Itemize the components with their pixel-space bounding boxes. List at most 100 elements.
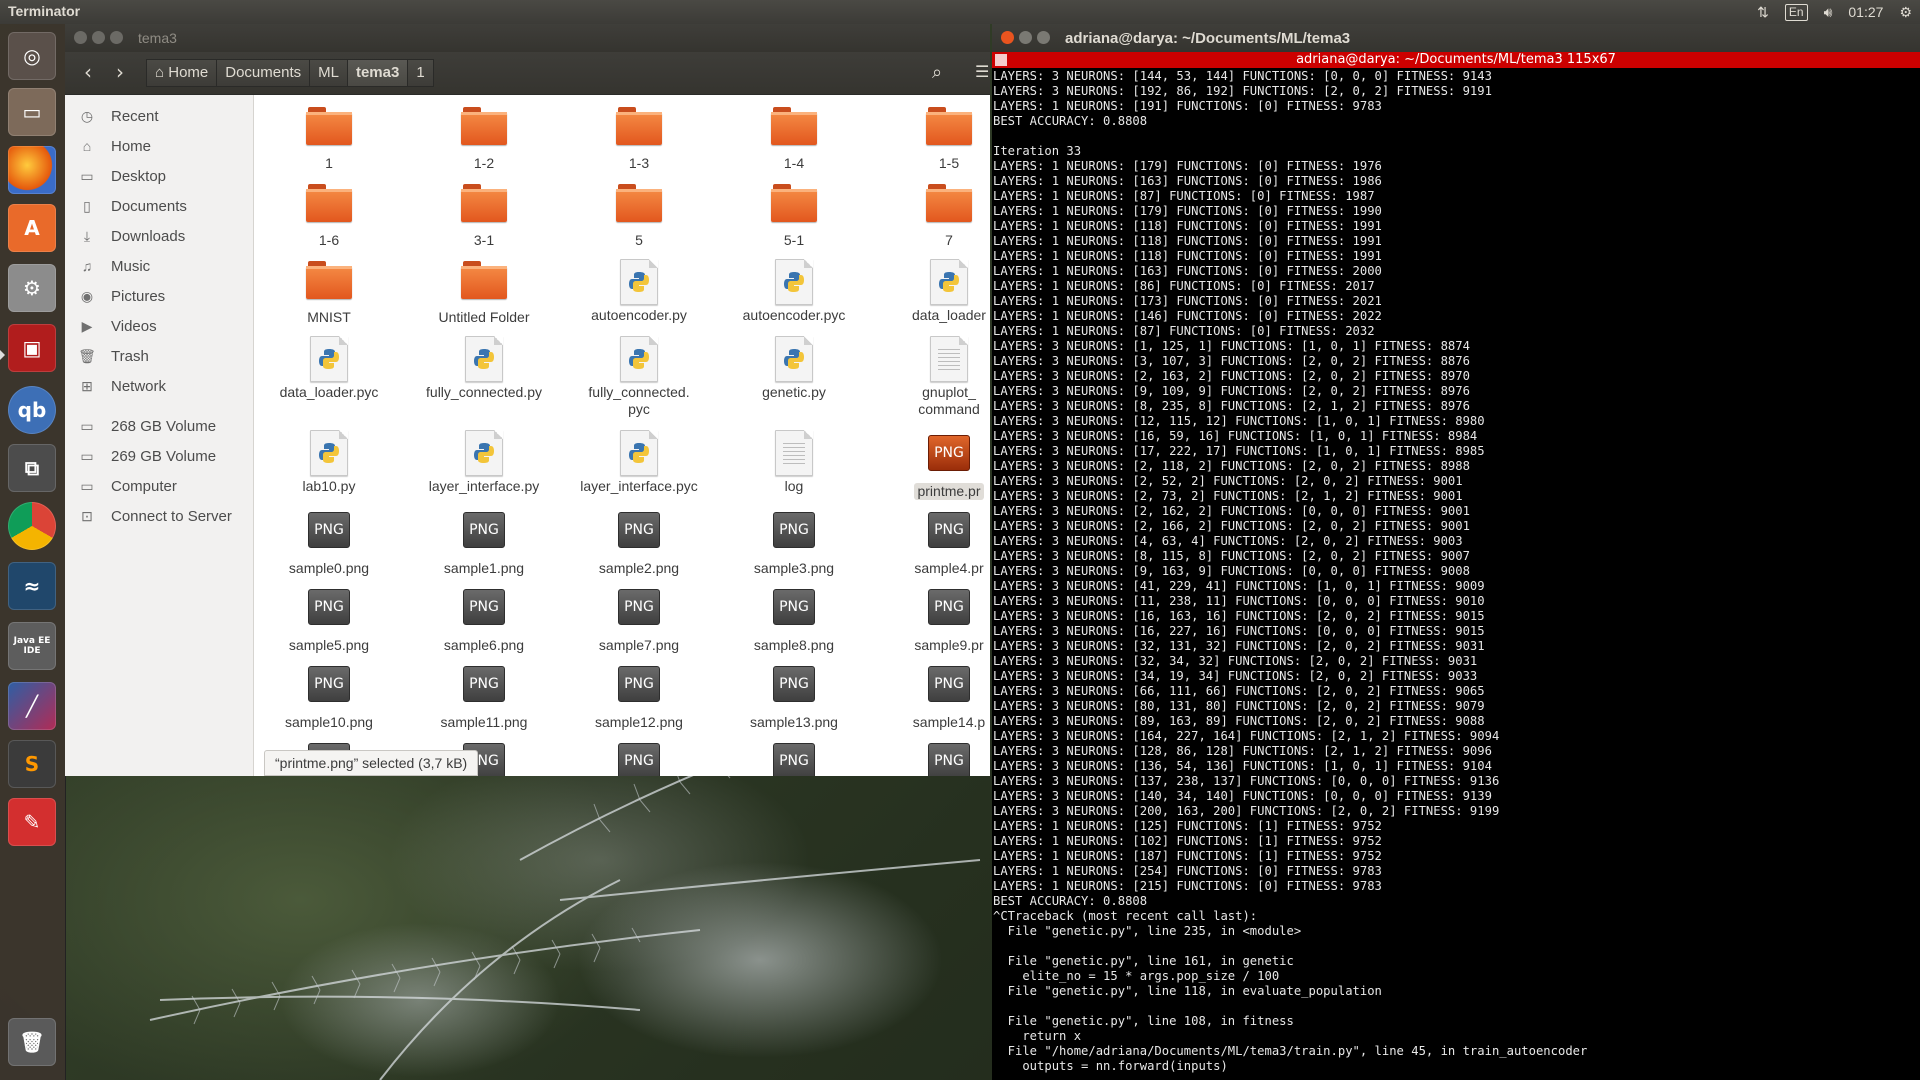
file-item[interactable]: PNG sample12.png <box>564 661 714 731</box>
file-item[interactable]: PNG sample14.p <box>874 661 990 731</box>
sidebar-item-pictures[interactable]: ◉ Pictures <box>65 281 253 311</box>
file-item[interactable]: autoencoder.pyc <box>719 259 869 324</box>
sidebar-item-trash[interactable]: 🗑︎ Trash <box>65 341 253 371</box>
sidebar-item-recent[interactable]: ◷ Recent <box>65 101 253 131</box>
file-item[interactable]: PNG sample1.png <box>409 507 559 577</box>
sidebar-item-268-gb-volume[interactable]: ▭ 268 GB Volume <box>65 411 253 441</box>
minimize-icon[interactable] <box>92 31 105 44</box>
settings-gear-icon[interactable]: ⚙ <box>1899 4 1912 21</box>
file-item[interactable]: log <box>719 430 869 495</box>
sidebar-item-network[interactable]: ⊞ Network <box>65 371 253 401</box>
maximize-icon[interactable] <box>1037 31 1050 44</box>
file-item[interactable]: 7 <box>874 182 990 249</box>
sidebar-item-269-gb-volume[interactable]: ▭ 269 GB Volume <box>65 441 253 471</box>
files-icon[interactable]: ▭ <box>8 88 56 136</box>
maximize-icon[interactable] <box>110 31 123 44</box>
sidebar-item-music[interactable]: ♫ Music <box>65 251 253 281</box>
minimize-icon[interactable] <box>1019 31 1032 44</box>
png-image-icon: PNG <box>928 743 970 776</box>
file-item[interactable]: PNG sample2.png <box>564 507 714 577</box>
network-arrows-icon[interactable]: ⇅ <box>1757 4 1769 21</box>
file-item[interactable]: 1-6 <box>254 182 404 249</box>
file-item[interactable]: PNG sample4.pr <box>874 507 990 577</box>
clock[interactable]: 01:27 <box>1848 4 1883 20</box>
file-item[interactable]: PNG sample11.png <box>409 661 559 731</box>
file-item[interactable]: Untitled Folder <box>409 259 559 326</box>
file-item[interactable]: 1-4 <box>719 105 869 172</box>
file-item[interactable]: fully_connected.py <box>409 336 559 401</box>
back-arrow-icon[interactable]: ‹ <box>74 61 102 85</box>
workspace-switcher-icon[interactable]: ⧉ <box>8 444 56 492</box>
file-item[interactable]: 5-1 <box>719 182 869 249</box>
sublime-text-icon[interactable]: S <box>8 740 56 788</box>
file-item[interactable]: layer_interface.py <box>409 430 559 495</box>
sidebar-item-home[interactable]: ⌂ Home <box>65 131 253 161</box>
file-item[interactable]: data_loader.pyc <box>254 336 404 401</box>
sidebar-item-computer[interactable]: ▭ Computer <box>65 471 253 501</box>
breadcrumb-1[interactable]: 1 <box>407 59 434 87</box>
firefox-icon[interactable] <box>8 146 56 194</box>
file-item[interactable]: layer_interface.pyc <box>564 430 714 495</box>
trash-icon[interactable]: 🗑︎ <box>8 1018 56 1066</box>
file-item[interactable]: PNG sample7.png <box>564 584 714 654</box>
forward-arrow-icon[interactable]: › <box>106 61 134 85</box>
file-item[interactable]: 5 <box>564 182 714 249</box>
sidebar-item-desktop[interactable]: ▭ Desktop <box>65 161 253 191</box>
file-item[interactable]: 1 <box>254 105 404 172</box>
breadcrumb-ml[interactable]: ML <box>309 59 348 87</box>
terminal-line: LAYERS: 3 NEURONS: [128, 86, 128] FUNCTI… <box>993 744 1492 758</box>
file-item[interactable]: PNG sample13.png <box>719 661 869 731</box>
view-options-icon[interactable]: ☰ <box>975 62 989 81</box>
video-icon: ▶ <box>81 317 93 334</box>
file-item[interactable]: 1-3 <box>564 105 714 172</box>
java-ee-ide-icon[interactable]: Java EE IDE <box>8 622 56 670</box>
file-item[interactable]: data_loader <box>874 259 990 324</box>
terminal-line: LAYERS: 3 NEURONS: [34, 19, 34] FUNCTION… <box>993 669 1478 683</box>
qbittorrent-icon[interactable]: qb <box>8 386 56 434</box>
close-icon[interactable] <box>1001 31 1014 44</box>
file-name: fully_connected.py <box>409 384 559 401</box>
file-item[interactable]: PNG sample5.png <box>254 584 404 654</box>
file-item[interactable]: fully_connected. pyc <box>564 336 714 418</box>
file-item[interactable]: gnuplot_ command <box>874 336 990 418</box>
file-item[interactable]: MNIST <box>254 259 404 326</box>
breadcrumb-home[interactable]: ⌂ Home <box>146 59 218 87</box>
file-item[interactable]: PNG <box>874 738 990 776</box>
file-item[interactable]: PNG printme.pr <box>874 430 990 500</box>
file-item[interactable]: PNG <box>719 738 869 776</box>
file-item[interactable]: genetic.py <box>719 336 869 401</box>
terminator-icon[interactable]: ▣ <box>8 324 56 372</box>
sidebar-item-connect-to-server[interactable]: ⊡ Connect to Server <box>65 501 253 531</box>
file-item[interactable]: PNG sample6.png <box>409 584 559 654</box>
file-item[interactable]: PNG sample0.png <box>254 507 404 577</box>
dash-icon[interactable]: ◎ <box>8 32 56 80</box>
file-item[interactable]: PNG sample3.png <box>719 507 869 577</box>
terminal-output[interactable]: LAYERS: 3 NEURONS: [144, 53, 144] FUNCTI… <box>993 69 1918 1080</box>
mysql-workbench-icon[interactable]: ≈ <box>8 562 56 610</box>
file-name: 1-3 <box>564 155 714 172</box>
file-item[interactable]: PNG sample9.pr <box>874 584 990 654</box>
volume-icon[interactable]: 🔊︎ <box>1824 4 1833 21</box>
chrome-icon[interactable] <box>8 502 56 550</box>
breadcrumb-tema3[interactable]: tema3 <box>346 59 409 87</box>
file-item[interactable]: PNG <box>564 738 714 776</box>
search-icon[interactable]: ⌕ <box>932 62 942 83</box>
keyboard-layout-indicator[interactable]: En <box>1784 3 1808 21</box>
pycharm-icon[interactable]: ╱ <box>8 682 56 730</box>
software-center-icon[interactable]: A <box>8 204 56 252</box>
file-item[interactable]: 3-1 <box>409 182 559 249</box>
sidebar-item-downloads[interactable]: ⤓ Downloads <box>65 221 253 251</box>
sidebar-item-documents[interactable]: ▯ Documents <box>65 191 253 221</box>
file-item[interactable]: 1-2 <box>409 105 559 172</box>
file-item[interactable]: PNG sample8.png <box>719 584 869 654</box>
file-item[interactable]: 1-5 <box>874 105 990 172</box>
file-item[interactable]: lab10.py <box>254 430 404 495</box>
file-item[interactable]: autoencoder.py <box>564 259 714 324</box>
system-settings-icon[interactable]: ⚙ <box>8 264 56 312</box>
file-item[interactable]: PNG sample10.png <box>254 661 404 731</box>
terminal-window: adriana@darya: ~/Documents/ML/tema3 adri… <box>992 24 1920 1080</box>
breadcrumb-documents[interactable]: Documents <box>216 59 311 87</box>
evince-icon[interactable]: ✎ <box>8 798 56 846</box>
close-icon[interactable] <box>74 31 87 44</box>
sidebar-item-videos[interactable]: ▶ Videos <box>65 311 253 341</box>
